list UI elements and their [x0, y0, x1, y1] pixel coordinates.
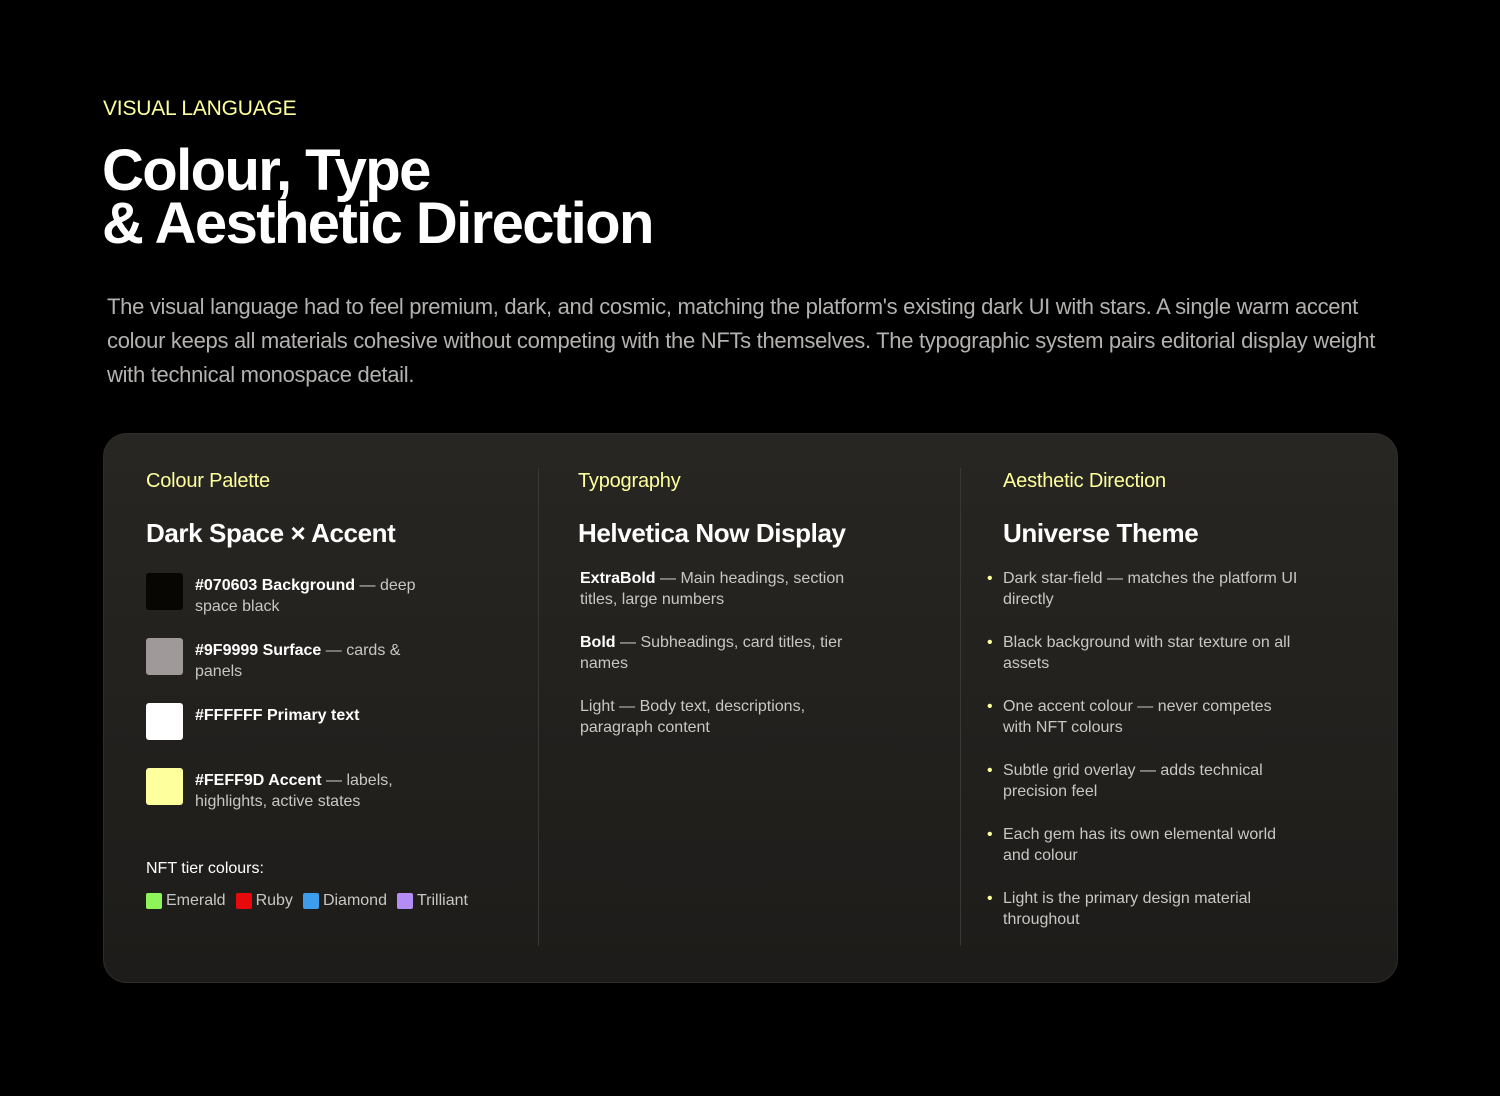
typography-column: Typography Helvetica Now Display ExtraBo… [578, 470, 918, 736]
tier-emerald: Emerald [146, 892, 226, 910]
list-item-text: Subtle grid overlay — adds technical pre… [1003, 762, 1263, 800]
type-weight-name: Light [580, 698, 615, 715]
bullet-icon: • [987, 826, 993, 843]
colour-palette-column: Colour Palette Dark Space × Accent #0706… [146, 470, 516, 909]
bullet-icon: • [987, 762, 993, 779]
typography-title: Helvetica Now Display [578, 518, 846, 548]
swatch-name: #070603 Background [195, 577, 356, 594]
swatch-background [146, 573, 183, 610]
page-title-line-1: Colour, Type [102, 138, 431, 203]
swatch-row-accent: #FEFF9D Accent — labels, highlights, act… [146, 768, 410, 812]
eyebrow-label: VISUAL LANGUAGE [103, 97, 297, 120]
aesthetic-label: Aesthetic Direction [1003, 470, 1166, 492]
column-divider [960, 468, 961, 946]
tier-chip-ruby [235, 893, 252, 909]
tier-colours-label: NFT tier colours: [146, 860, 264, 877]
tier-name: Trilliant [416, 892, 468, 909]
list-item-text: Dark star-field — matches the platform U… [1003, 570, 1298, 608]
swatch-name: #FEFF9D Accent [195, 772, 322, 789]
swatch-text: #FEFF9D Accent — labels, highlights, act… [195, 770, 410, 812]
swatch-text: #070603 Background — deep space black [195, 575, 425, 617]
swatch-row-surface: #9F9999 Surface — cards & panels [146, 638, 405, 682]
bullet-icon: • [987, 698, 993, 715]
aesthetic-column: Aesthetic Direction Universe Theme • Dark… [987, 470, 1333, 928]
type-weight-bold: Bold — Subheadings, card titles, tier na… [580, 632, 860, 674]
tier-trilliant: Trilliant [396, 892, 468, 910]
type-weight-desc: — Subheadings, card titles, tier names [580, 634, 843, 672]
colour-palette-label: Colour Palette [146, 470, 270, 492]
swatch-text: #FFFFFF Primary text [195, 705, 425, 726]
type-weight-extrabold: ExtraBold — Main headings, section title… [580, 568, 870, 610]
list-item: • Black background with star texture on a… [987, 632, 1303, 696]
type-weight-name: ExtraBold [580, 570, 656, 587]
tier-chip-emerald [146, 893, 162, 909]
tier-ruby: Ruby [235, 892, 293, 910]
tier-name: Emerald [166, 892, 226, 909]
tier-name: Diamond [322, 892, 387, 909]
list-item: • Dark star-field — matches the platform … [987, 568, 1303, 632]
bullet-icon: • [987, 890, 993, 907]
swatch-text: #9F9999 Surface — cards & panels [195, 640, 405, 682]
page-title-line-2: & Aesthetic Direction [102, 191, 654, 256]
intro-paragraph: The visual language had to feel premium,… [107, 294, 1376, 387]
swatch-row-background: #070603 Background — deep space black [146, 573, 425, 617]
swatch-name: #FFFFFF Primary text [195, 707, 360, 724]
swatch-row-primary-text: #FFFFFF Primary text [146, 703, 425, 740]
list-item: • One accent colour — never competes with… [987, 696, 1303, 760]
list-item-text: Each gem has its own elemental world and… [1003, 826, 1277, 864]
list-item: • Subtle grid overlay — adds technical pr… [987, 760, 1303, 824]
type-weight-light: Light — Body text, descriptions, paragra… [580, 696, 830, 738]
list-item-text: One accent colour — never competes with … [1003, 698, 1272, 736]
bullet-icon: • [987, 634, 993, 651]
tier-diamond: Diamond [302, 892, 387, 910]
bullet-icon: • [987, 570, 993, 587]
type-weight-name: Bold [580, 634, 616, 651]
aesthetic-title: Universe Theme [1003, 518, 1199, 548]
typography-label: Typography [578, 470, 681, 492]
tier-name: Ruby [255, 892, 293, 909]
swatch-accent [146, 768, 183, 805]
page-title: Colour, Type & Aesthetic Direction [102, 138, 654, 256]
tier-colours-list: Emerald Ruby Diamond Trilliant [146, 892, 478, 910]
list-item-text: Black background with star texture on al… [1003, 634, 1291, 672]
swatch-primary-text [146, 703, 183, 740]
colour-palette-title: Dark Space × Accent [146, 518, 396, 548]
tier-chip-diamond [302, 893, 319, 909]
tier-chip-trilliant [396, 893, 413, 909]
swatch-name: #9F9999 Surface [195, 642, 322, 659]
aesthetic-list: • Dark star-field — matches the platform … [987, 568, 1303, 952]
list-item: • Light is the primary design material th… [987, 888, 1303, 952]
list-item-text: Light is the primary design material thr… [1003, 890, 1252, 928]
list-item: • Each gem has its own elemental world an… [987, 824, 1303, 888]
type-weight-desc: — Body text, descriptions, paragraph con… [580, 698, 806, 736]
column-divider [538, 468, 539, 946]
swatch-surface [146, 638, 183, 675]
